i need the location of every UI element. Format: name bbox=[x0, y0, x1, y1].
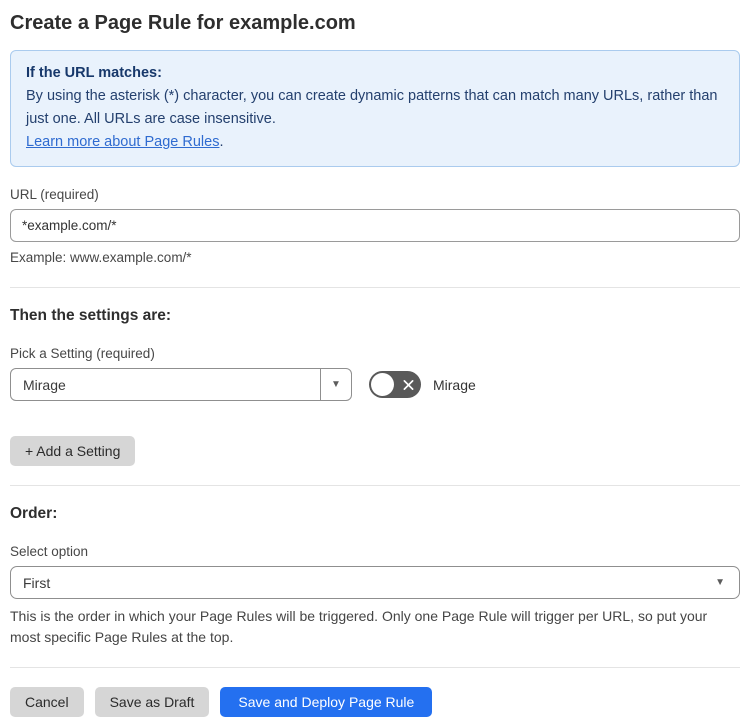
divider bbox=[10, 485, 740, 486]
mirage-toggle[interactable] bbox=[369, 371, 421, 398]
chevron-down-icon: ▼ bbox=[715, 577, 725, 588]
toggle-off-x-icon bbox=[403, 379, 414, 390]
order-select-value: First bbox=[23, 574, 51, 591]
settings-section-heading: Then the settings are: bbox=[10, 307, 172, 324]
add-setting-button[interactable]: + Add a Setting bbox=[10, 436, 136, 466]
order-helper-text: This is the order in which your Page Rul… bbox=[10, 608, 708, 645]
setting-select-value: Mirage bbox=[23, 376, 66, 393]
order-section-heading: Order: bbox=[10, 505, 58, 522]
learn-more-link[interactable]: Learn more about Page Rules bbox=[26, 134, 219, 150]
save-as-draft-button[interactable]: Save as Draft bbox=[94, 687, 210, 717]
chevron-down-icon: ▼ bbox=[331, 379, 341, 390]
url-match-info-box: If the URL matches: By using the asteris… bbox=[10, 50, 740, 167]
page-title: Create a Page Rule for example.com bbox=[10, 12, 356, 34]
create-page-rule-form: Create a Page Rule for example.com If th… bbox=[0, 0, 750, 717]
footer-actions: Cancel Save as Draft Save and Deploy Pag… bbox=[10, 687, 740, 717]
pick-setting-label: Pick a Setting (required) bbox=[10, 346, 155, 361]
info-box-heading: If the URL matches: bbox=[26, 65, 162, 81]
url-field-label: URL (required) bbox=[10, 187, 99, 202]
setting-select-arrow-button[interactable]: ▼ bbox=[320, 369, 351, 400]
order-select[interactable]: First ▼ bbox=[10, 566, 740, 599]
url-field-helper: Example: www.example.com/* bbox=[10, 250, 192, 265]
divider bbox=[10, 287, 740, 288]
link-period: . bbox=[219, 134, 224, 150]
order-select-label: Select option bbox=[10, 544, 89, 559]
toggle-setting-label: Mirage bbox=[433, 376, 476, 393]
cancel-button[interactable]: Cancel bbox=[10, 687, 84, 717]
save-and-deploy-button[interactable]: Save and Deploy Page Rule bbox=[220, 687, 433, 717]
setting-select[interactable]: Mirage ▼ bbox=[10, 368, 352, 401]
toggle-knob bbox=[371, 373, 394, 396]
info-box-body: By using the asterisk (*) character, you… bbox=[26, 88, 718, 127]
divider bbox=[10, 667, 740, 668]
setting-row: Mirage ▼ Mirage bbox=[10, 368, 740, 401]
url-input[interactable] bbox=[10, 209, 740, 242]
